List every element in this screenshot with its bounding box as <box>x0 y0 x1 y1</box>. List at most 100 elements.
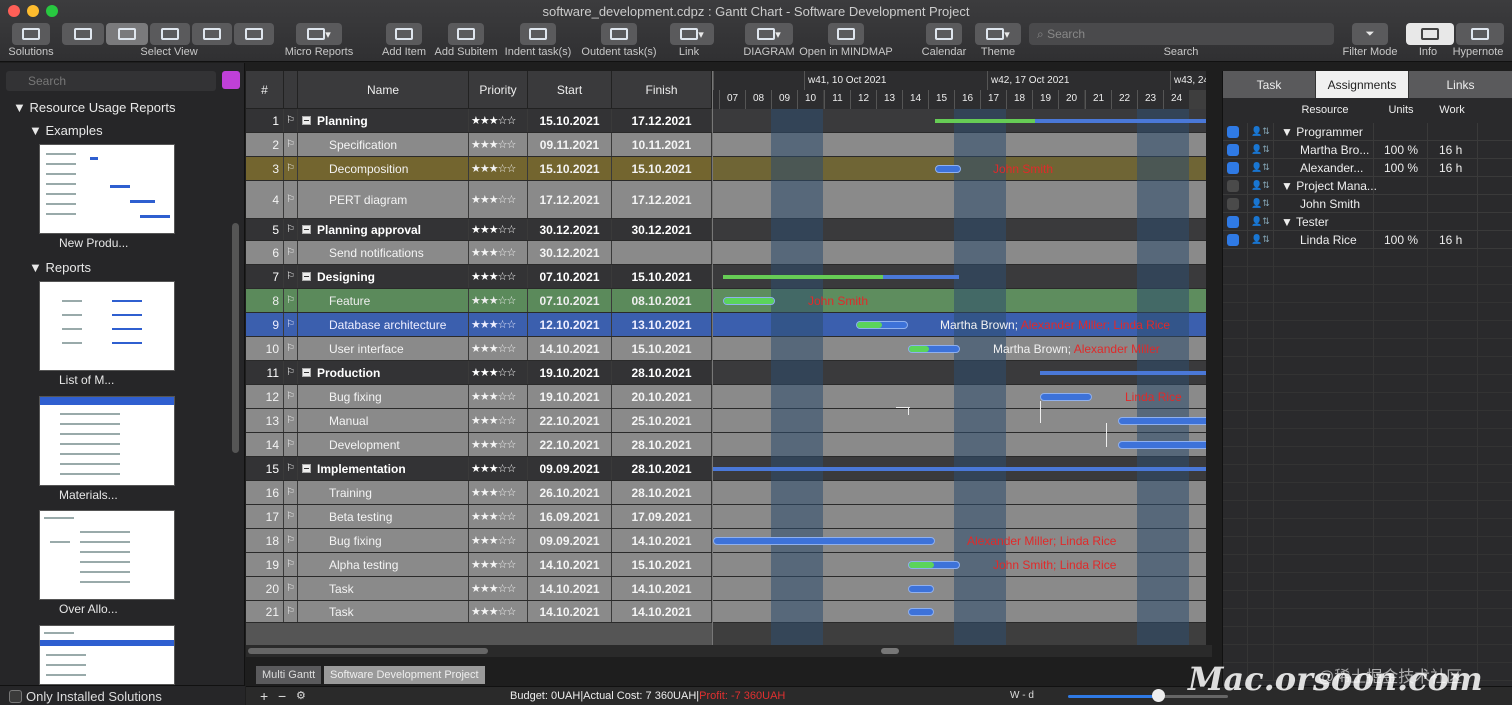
tab-multi-gantt[interactable]: Multi Gantt <box>256 666 322 684</box>
assignment-checkbox[interactable] <box>1227 234 1239 246</box>
calendar-button[interactable] <box>926 23 962 45</box>
collapse-toggle-icon[interactable] <box>302 225 311 234</box>
table-row[interactable]: 12 ⚐ Bug fixing ★★★☆☆ 19.10.2021 20.10.2021 <box>246 385 712 409</box>
table-row[interactable]: 5 ⚐ Planning approval ★★★☆☆ 30.12.2021 30.12.… <box>246 219 712 241</box>
tab-software-development-project[interactable]: Software Development Project <box>324 666 485 684</box>
filter-mode-button[interactable]: ⏷ <box>1352 23 1388 45</box>
table-row[interactable]: 19 ⚐ Alpha testing ★★★☆☆ 14.10.2021 15.10.202… <box>246 553 712 577</box>
summary-bar[interactable] <box>713 467 1206 471</box>
thumbnail-over-allocation[interactable] <box>39 510 175 600</box>
task-bar[interactable] <box>723 297 775 305</box>
table-row[interactable]: 11 ⚐ Production ★★★☆☆ 19.10.2021 28.10.2021 <box>246 361 712 385</box>
table-row[interactable]: 16 ⚐ Training ★★★☆☆ 26.10.2021 28.10.2021 <box>246 481 712 505</box>
toolbar-search-input[interactable]: ⌕ Search <box>1029 23 1334 45</box>
assignment-checkbox[interactable] <box>1227 126 1239 138</box>
column-header-start[interactable]: Start <box>528 71 612 109</box>
gantt-chart[interactable]: w41, 10 Oct 2021 w42, 17 Oct 2021 w43, 2… <box>712 71 1206 645</box>
thumbnail-list-of-materials[interactable] <box>39 281 175 371</box>
column-header-priority[interactable]: Priority <box>469 71 528 109</box>
assignment-row[interactable]: 👤⇅ Linda Rice 100 % 16 h <box>1223 231 1512 249</box>
tab-assignments[interactable]: Assignments <box>1316 71 1409 98</box>
table-row[interactable]: 2 ⚐ Specification ★★★☆☆ 09.11.2021 10.11.2021 <box>246 133 712 157</box>
collapse-toggle-icon[interactable] <box>302 464 311 473</box>
column-header-number[interactable]: # <box>246 71 284 109</box>
table-row[interactable]: 9 ⚐ Database architecture ★★★☆☆ 12.10.2021 13… <box>246 313 712 337</box>
table-row[interactable]: 13 ⚐ Manual ★★★☆☆ 22.10.2021 25.10.2021 <box>246 409 712 433</box>
summary-bar[interactable] <box>1040 371 1206 375</box>
task-bar[interactable] <box>1118 441 1206 449</box>
task-bar[interactable] <box>856 321 908 329</box>
summary-bar[interactable] <box>723 275 959 279</box>
link-button[interactable]: ▾ <box>670 23 714 45</box>
tree-resource-usage-reports[interactable]: ▼ Resource Usage Reports <box>13 100 175 115</box>
info-button[interactable] <box>1406 23 1454 45</box>
view-report-button[interactable] <box>234 23 274 45</box>
task-bar[interactable] <box>1040 393 1092 401</box>
tree-reports[interactable]: ▼ Reports <box>29 260 91 275</box>
view-grid-button[interactable] <box>62 23 104 45</box>
table-row[interactable]: 15 ⚐ Implementation ★★★☆☆ 09.09.2021 28.10.20… <box>246 457 712 481</box>
view-gantt-button[interactable] <box>106 23 148 45</box>
disclosure-triangle-icon[interactable]: ▼ <box>1281 215 1296 229</box>
table-row[interactable]: 20 ⚐ Task ★★★☆☆ 14.10.2021 14.10.2021 <box>246 577 712 601</box>
table-row[interactable]: 14 ⚐ Development ★★★☆☆ 22.10.2021 28.10.2021 <box>246 433 712 457</box>
disclosure-triangle-icon[interactable]: ▼ <box>1281 125 1296 139</box>
thumbnail-materials[interactable] <box>39 396 175 486</box>
collapse-toggle-icon[interactable] <box>302 368 311 377</box>
table-row[interactable]: 8 ⚐ Feature ★★★☆☆ 07.10.2021 08.10.2021 <box>246 289 712 313</box>
only-installed-checkbox[interactable] <box>9 690 22 703</box>
open-mindmap-button[interactable] <box>828 23 864 45</box>
table-row[interactable]: 4 ⚐ PERT diagram ★★★☆☆ 17.12.2021 17.12.2021 <box>246 181 712 219</box>
indent-button[interactable] <box>520 23 556 45</box>
table-row[interactable]: 21 ⚐ Task ★★★☆☆ 14.10.2021 14.10.2021 <box>246 601 712 623</box>
assignment-row[interactable]: 👤⇅ John Smith <box>1223 195 1512 213</box>
table-row[interactable]: 3 ⚐ Decomposition ★★★☆☆ 15.10.2021 15.10.2021 <box>246 157 712 181</box>
assignment-checkbox[interactable] <box>1227 198 1239 210</box>
diagram-button[interactable]: ▾ <box>745 23 793 45</box>
horizontal-scrollbar[interactable] <box>246 645 1212 657</box>
outdent-button[interactable] <box>601 23 637 45</box>
disclosure-triangle-icon[interactable]: ▼ <box>1281 179 1296 193</box>
column-header-work[interactable]: Work <box>1427 99 1477 121</box>
view-resources-button[interactable] <box>150 23 190 45</box>
task-bar[interactable] <box>713 537 935 545</box>
task-bar[interactable] <box>908 561 960 569</box>
add-subitem-button[interactable] <box>448 23 484 45</box>
task-bar[interactable] <box>908 345 960 353</box>
summary-bar[interactable] <box>935 119 1206 123</box>
column-header-name[interactable]: Name <box>298 71 469 109</box>
sidebar-search-input[interactable]: Search <box>6 71 216 91</box>
remove-button[interactable]: − <box>278 688 286 704</box>
assignment-checkbox[interactable] <box>1227 144 1239 156</box>
collapse-toggle-icon[interactable] <box>302 116 311 125</box>
hypernote-button[interactable] <box>1456 23 1504 45</box>
task-bar[interactable] <box>1118 417 1206 425</box>
assignment-row[interactable]: 👤⇅ ▼ Tester <box>1223 213 1512 231</box>
column-header-finish[interactable]: Finish <box>612 71 712 109</box>
theme-button[interactable]: ▾ <box>975 23 1021 45</box>
column-header-units[interactable]: Units <box>1375 99 1427 121</box>
thumbnail-report[interactable] <box>39 625 175 685</box>
table-row[interactable]: 1 ⚐ Planning ★★★☆☆ 15.10.2021 17.12.2021 <box>246 109 712 133</box>
assignment-row[interactable]: 👤⇅ Alexander... 100 % 16 h <box>1223 159 1512 177</box>
assignment-checkbox[interactable] <box>1227 180 1239 192</box>
tree-examples[interactable]: ▼ Examples <box>29 123 103 138</box>
assignment-row[interactable]: 👤⇅ Martha Bro... 100 % 16 h <box>1223 141 1512 159</box>
task-bar[interactable] <box>908 585 934 593</box>
tab-task[interactable]: Task <box>1223 71 1316 98</box>
table-row[interactable]: 10 ⚐ User interface ★★★☆☆ 14.10.2021 15.10.20… <box>246 337 712 361</box>
assignment-checkbox[interactable] <box>1227 216 1239 228</box>
task-bar[interactable] <box>908 608 934 616</box>
add-item-button[interactable] <box>386 23 422 45</box>
grid-scroll-thumb[interactable] <box>248 648 488 654</box>
view-resource-usage-button[interactable] <box>192 23 232 45</box>
assignment-row[interactable]: 👤⇅ ▼ Project Mana... <box>1223 177 1512 195</box>
thumbnail-new-product[interactable] <box>39 144 175 234</box>
column-header-icon[interactable] <box>284 71 298 109</box>
tab-links[interactable]: Links <box>1409 71 1512 98</box>
assignment-checkbox[interactable] <box>1227 162 1239 174</box>
settings-icon[interactable]: ⚙ <box>296 689 306 702</box>
collapse-toggle-icon[interactable] <box>302 272 311 281</box>
task-bar[interactable] <box>935 165 961 173</box>
table-row[interactable]: 18 ⚐ Bug fixing ★★★☆☆ 09.09.2021 14.10.2021 <box>246 529 712 553</box>
